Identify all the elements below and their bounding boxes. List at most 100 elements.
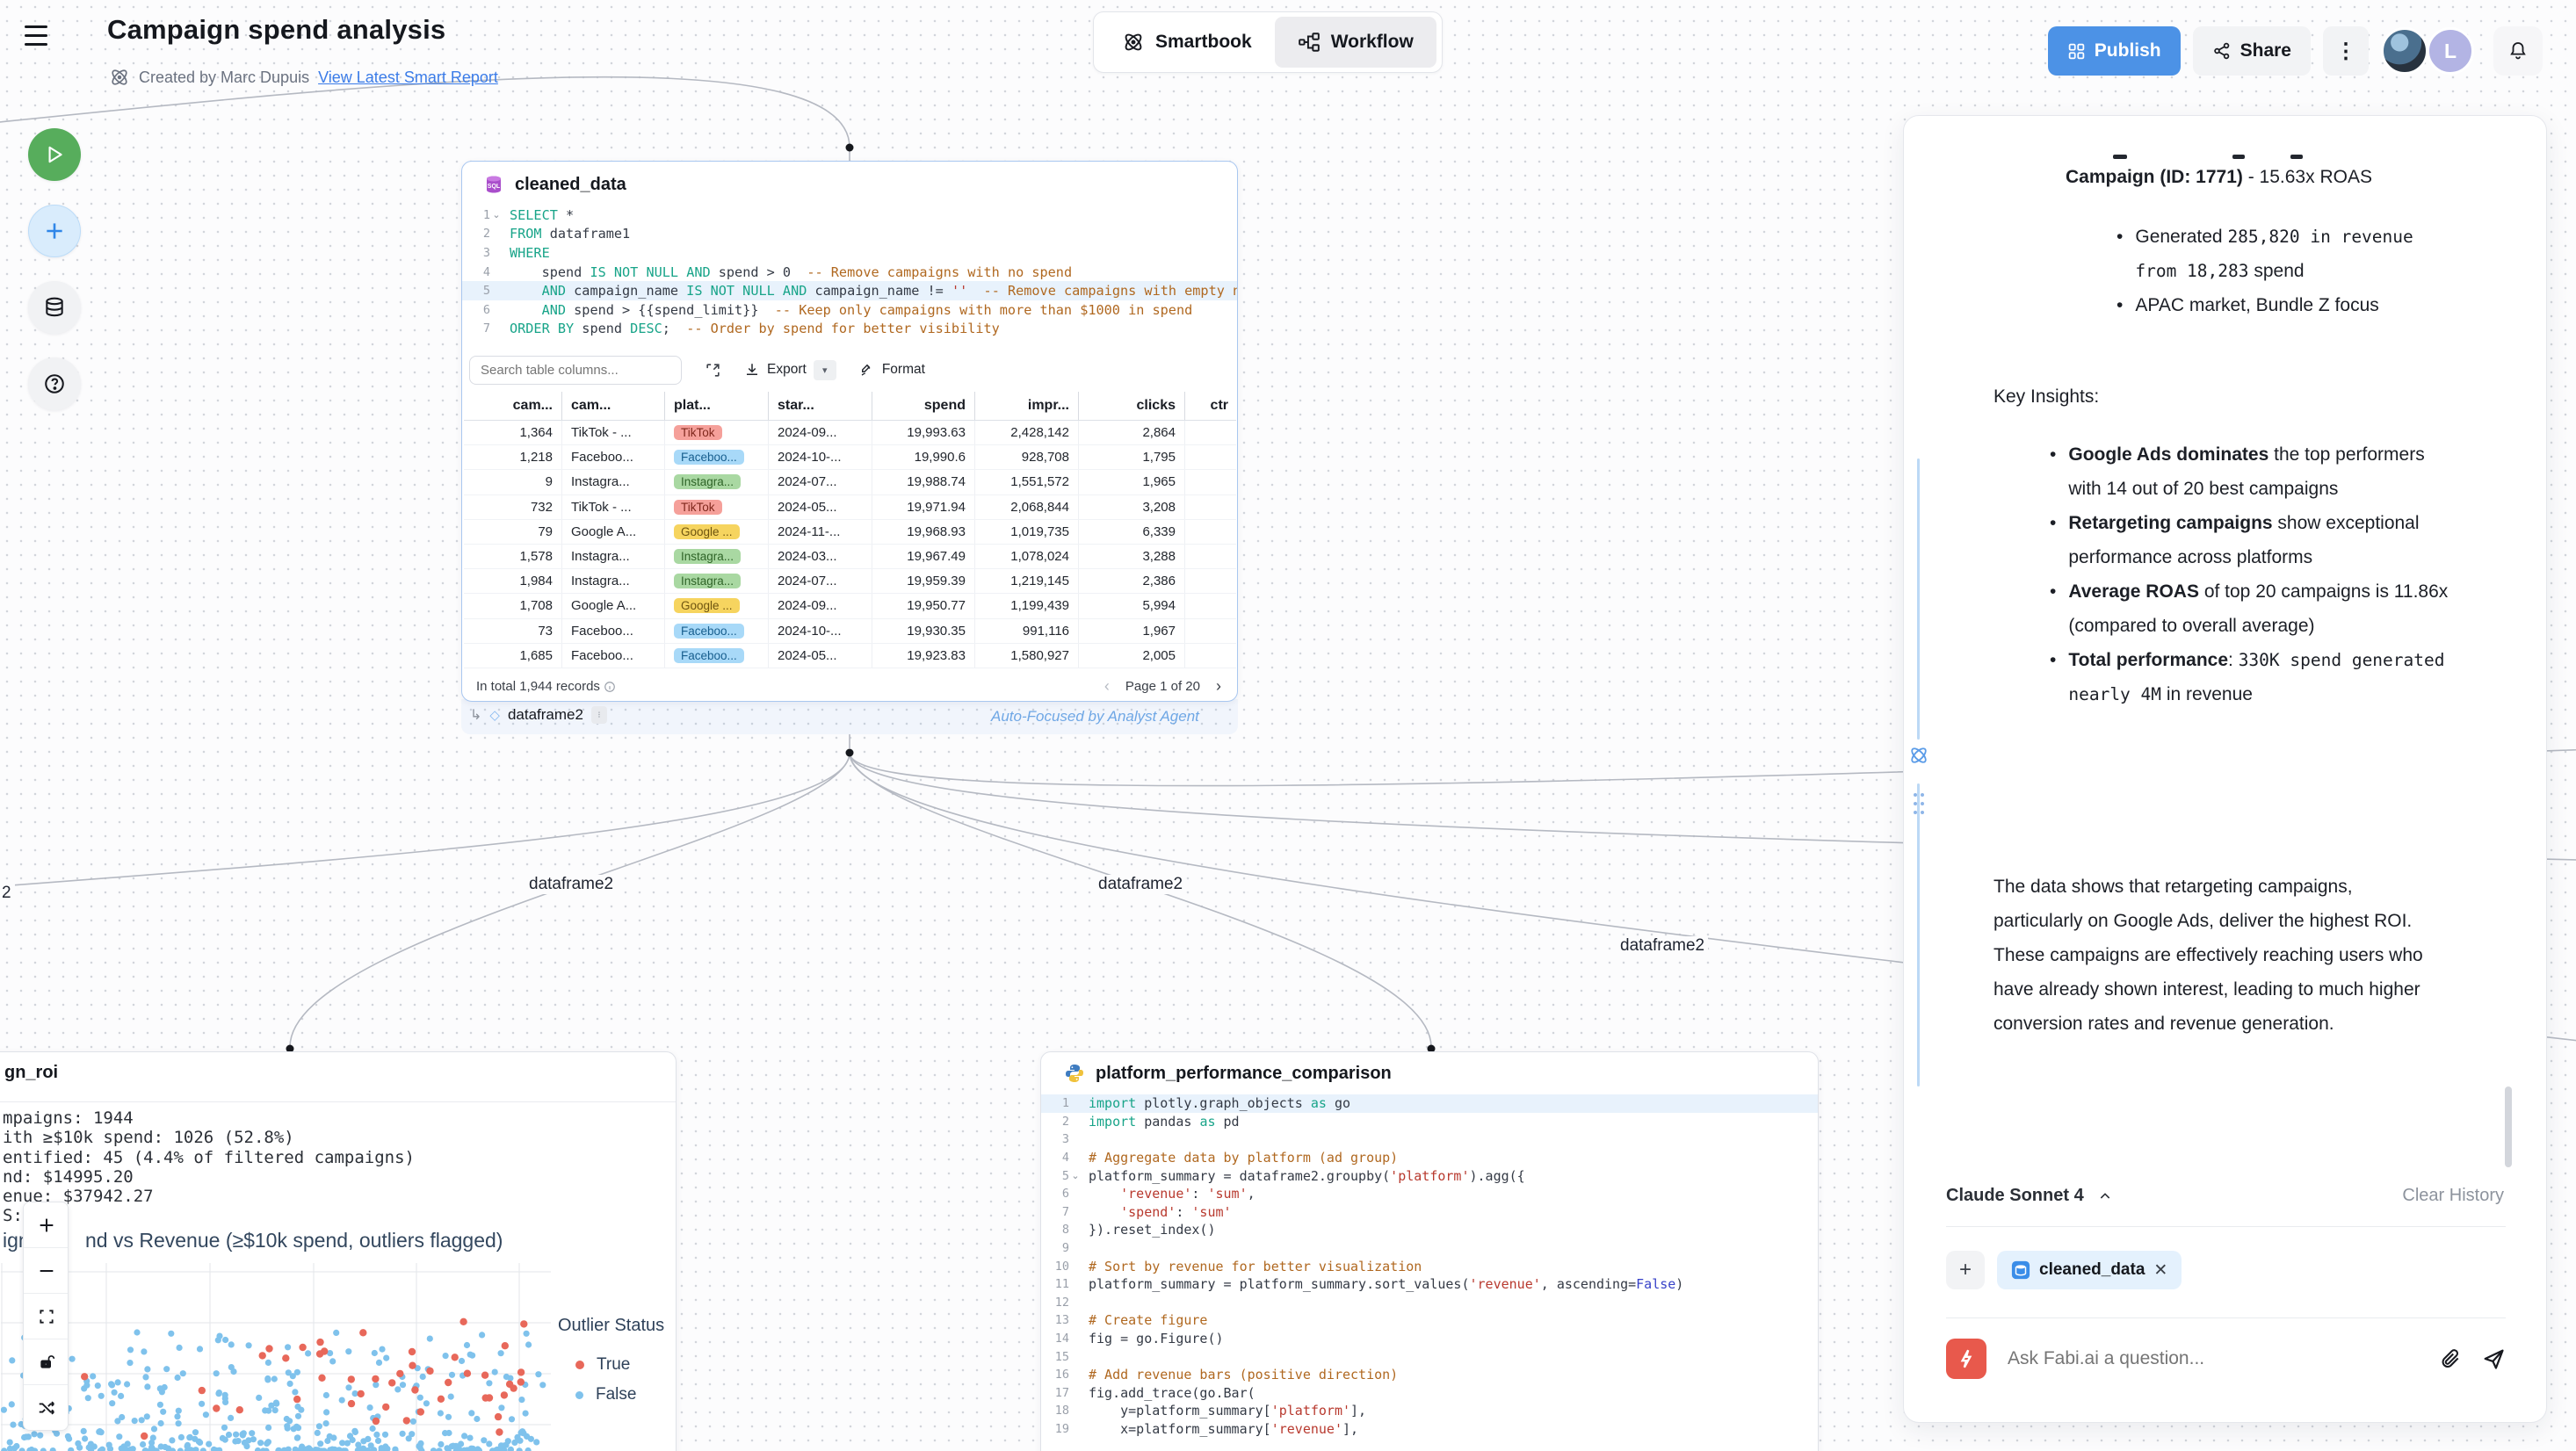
bullet-item: •APAC market, Bundle Z focus	[2117, 288, 2461, 322]
table-cell: TikTok - ...	[562, 421, 665, 444]
table-cell: 19,968.93	[872, 520, 975, 544]
platform-badge: Google ...	[674, 598, 740, 613]
port-menu-badge[interactable]: ⁝	[591, 706, 607, 724]
table-cell: 19,988.74	[872, 470, 975, 494]
code-line: 13# Create figure	[1041, 1311, 1818, 1330]
column-header[interactable]: ctr	[1185, 392, 1238, 420]
tab-workflow-label: Workflow	[1331, 32, 1414, 53]
format-button[interactable]: Format	[859, 362, 925, 378]
python-editor[interactable]: 1import plotly.graph_objects as go2impor…	[1041, 1089, 1818, 1438]
publish-button[interactable]: Publish	[2048, 26, 2181, 76]
code-line: 6 AND spend > {{spend_limit}} -- Keep on…	[462, 300, 1237, 320]
table-row: 1,708Google A...Google ...2024-09...19,9…	[464, 594, 1236, 618]
column-header[interactable]: star...	[769, 392, 872, 420]
campaign-highlight-line: Campaign (ID: 1771) - 15.63x ROAS	[2066, 160, 2505, 194]
code-line: 4 spend IS NOT NULL AND spend > 0 -- Rem…	[462, 263, 1237, 282]
menu-icon[interactable]	[18, 19, 56, 54]
more-options-button[interactable]: ⋮	[2323, 26, 2369, 76]
node-cleaned-data[interactable]: SQL cleaned_data 1⌄SELECT *2FROM datafra…	[461, 161, 1238, 702]
help-button[interactable]	[28, 357, 81, 410]
scatter-plot[interactable]	[1, 1263, 551, 1451]
export-dropdown-chevron[interactable]: ▾	[814, 360, 836, 380]
table-cell: 1,551,572	[975, 470, 1079, 494]
mode-toggle: Smartbook Workflow	[1093, 11, 1443, 73]
node-campaign-roi[interactable]: gn_roi mpaigns: 1944 ith ≥$10k spend: 10…	[0, 1051, 677, 1451]
table-cell: 1,685	[464, 644, 562, 668]
column-header[interactable]: cam...	[464, 392, 562, 420]
context-chip-cleaned-data[interactable]: cleaned_data ✕	[1997, 1251, 2182, 1289]
attach-file-icon[interactable]	[2439, 1347, 2462, 1370]
page-next-button[interactable]: ›	[1216, 677, 1221, 696]
share-button[interactable]: Share	[2193, 26, 2311, 76]
fit-view-icon	[38, 1308, 55, 1325]
code-line: 3	[1041, 1130, 1818, 1149]
add-context-button[interactable]: +	[1946, 1251, 1985, 1289]
table-cell	[1185, 644, 1238, 668]
search-table-columns-input[interactable]	[469, 356, 682, 385]
node-platform-performance[interactable]: platform_performance_comparison 1import …	[1040, 1051, 1819, 1451]
table-cell	[1185, 545, 1238, 568]
code-line: 16# Add revenue bars (positive direction…	[1041, 1366, 1818, 1384]
minus-icon	[37, 1261, 56, 1281]
tab-workflow[interactable]: Workflow	[1275, 17, 1436, 68]
zoom-out-button[interactable]	[24, 1248, 69, 1293]
legend-item-false[interactable]: False	[575, 1385, 636, 1404]
sql-editor[interactable]: 1⌄SELECT *2FROM dataframe13WHERE4 spend …	[462, 200, 1237, 338]
page-title: Campaign spend analysis	[107, 14, 445, 46]
scrollbar-thumb[interactable]	[2505, 1086, 2512, 1167]
remove-context-icon[interactable]: ✕	[2153, 1260, 2167, 1281]
model-selector[interactable]: Claude Sonnet 4	[1946, 1186, 2112, 1206]
page-prev-button[interactable]: ‹	[1104, 677, 1110, 696]
zoom-in-button[interactable]	[24, 1202, 69, 1247]
export-button[interactable]: Export ▾	[744, 360, 836, 380]
table-cell: 2,005	[1079, 644, 1185, 668]
notifications-button[interactable]	[2493, 26, 2543, 76]
column-header[interactable]: spend	[872, 392, 975, 420]
table-cell: TikTok - ...	[562, 495, 665, 519]
tab-smartbook[interactable]: Smartbook	[1099, 17, 1275, 68]
data-sources-button[interactable]	[28, 281, 81, 334]
analyst-atom-icon[interactable]	[1908, 745, 1929, 766]
view-smart-report-link[interactable]: View Latest Smart Report	[318, 69, 498, 87]
sql-database-icon: SQL	[483, 174, 504, 195]
output-port-name[interactable]: dataframe2	[508, 706, 583, 724]
avatar-initial[interactable]: L	[2427, 27, 2474, 75]
code-line: 6 'revenue': 'sum',	[1041, 1185, 1818, 1203]
ask-fabi-input[interactable]	[2006, 1347, 2420, 1370]
table-cell: TikTok	[665, 495, 769, 519]
add-node-button[interactable]	[28, 205, 81, 257]
column-header[interactable]: cam...	[562, 392, 665, 420]
plus-icon	[37, 1216, 56, 1235]
table-cell: TikTok	[665, 421, 769, 444]
expand-table-icon[interactable]	[705, 362, 721, 379]
table-cell	[1185, 495, 1238, 519]
table-row: 73Faceboo...Faceboo...2024-10-...19,930.…	[464, 619, 1236, 644]
table-cell: 1,580,927	[975, 644, 1079, 668]
shuffle-layout-button[interactable]	[24, 1385, 69, 1430]
send-icon[interactable]	[2481, 1346, 2506, 1371]
lock-button[interactable]	[24, 1339, 69, 1384]
unlock-icon	[38, 1354, 55, 1371]
avatar-photo[interactable]	[2381, 27, 2428, 75]
table-cell: 2,386	[1079, 569, 1185, 593]
code-line: 17fig.add_trace(go.Bar(	[1041, 1384, 1818, 1403]
table-cell: Faceboo...	[562, 619, 665, 643]
insight-bullets: •Google Ads dominates the top performers…	[2050, 437, 2454, 711]
legend-item-true[interactable]: True	[575, 1355, 630, 1375]
table-row: 732TikTok - ...TikTok2024-05...19,971.94…	[464, 495, 1236, 520]
table-cell: Google A...	[562, 594, 665, 617]
clear-history-button[interactable]: Clear History	[2402, 1186, 2504, 1206]
column-header[interactable]: clicks	[1079, 392, 1185, 420]
column-header[interactable]: plat...	[665, 392, 769, 420]
table-row: 9Instagra...Instagra...2024-07...19,988.…	[464, 470, 1236, 494]
drag-handle-icon[interactable]	[1911, 790, 1927, 817]
workflow-canvas[interactable]: dataframe2 dataframe2 dataframe2 2 Campa…	[0, 0, 2576, 1451]
code-line: 2FROM dataframe1	[462, 225, 1237, 244]
column-header[interactable]: impr...	[975, 392, 1079, 420]
table-cell: 2024-05...	[769, 495, 872, 519]
fit-view-button[interactable]	[24, 1294, 69, 1339]
code-line: 15	[1041, 1347, 1818, 1366]
edge-label-dataframe2: dataframe2	[1617, 936, 1708, 956]
table-cell: 19,923.83	[872, 644, 975, 668]
run-workflow-button[interactable]	[28, 128, 81, 181]
